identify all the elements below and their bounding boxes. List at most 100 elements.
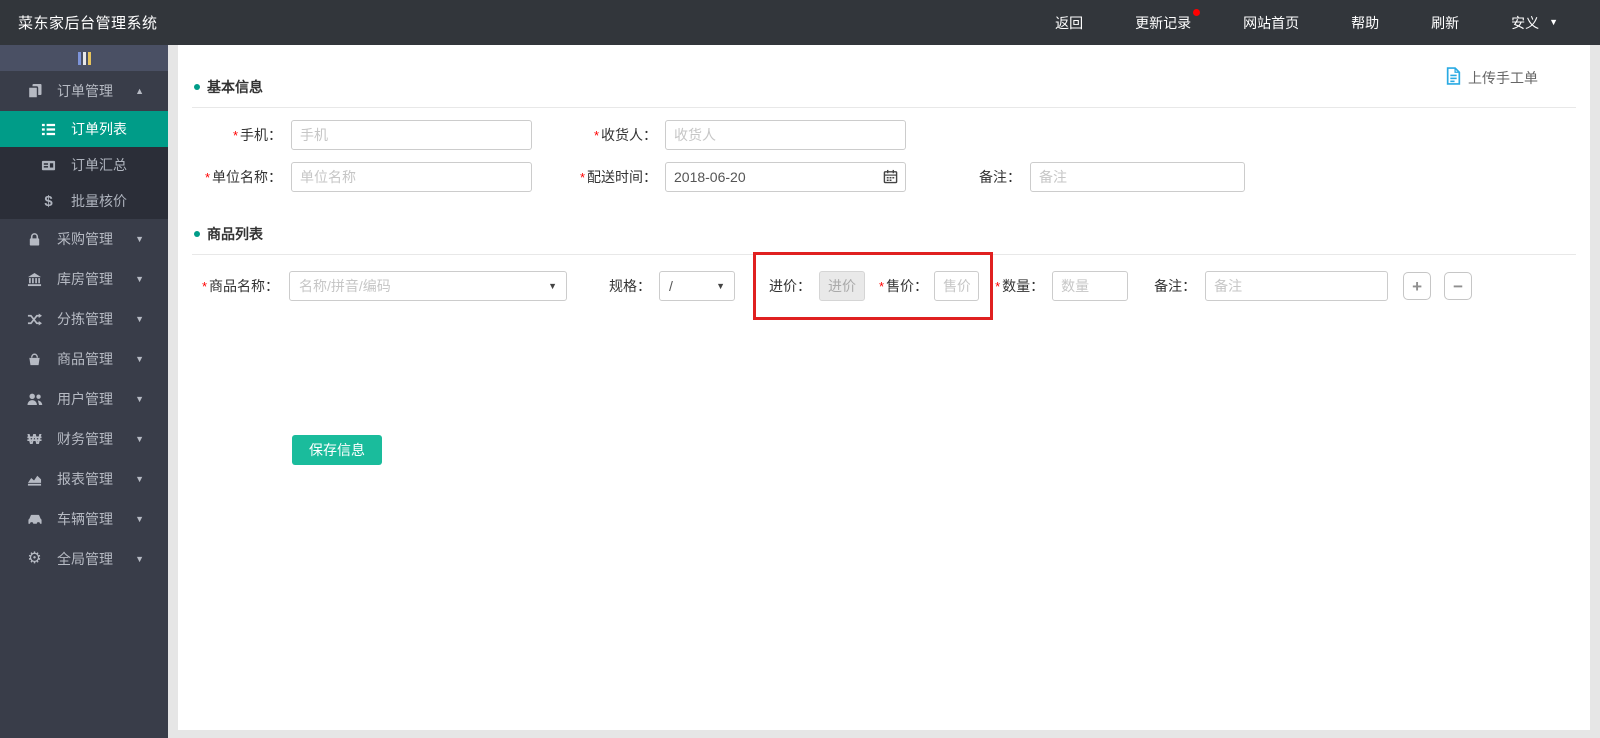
nav-refresh[interactable]: 刷新 [1431,13,1459,33]
plus-icon: + [1412,276,1423,296]
delivery-date-input[interactable] [665,162,906,192]
nav-back[interactable]: 返回 [1055,13,1083,33]
sidebar-item-label: 库房管理 [57,271,113,287]
basic-info-row-2: *单位名称： *配送时间： 备注： [192,162,1576,192]
remark-label: 备注： [979,169,1021,185]
delivery-date-picker[interactable] [665,162,906,192]
content-panel: 上传手工单 基本信息 *手机： *收货人： *单位名称： *配送时间： [178,45,1590,730]
section-title: 基本信息 [207,79,263,95]
divider [192,107,1576,108]
product-list-section-header: 商品列表 [194,192,1576,244]
sidebar-item-label: 订单汇总 [71,157,127,173]
sale-price-input[interactable] [934,271,980,301]
sidebar-item-label: 订单管理 [57,83,113,99]
sidebar-item-batch-pricing[interactable]: $ 批量核价 [0,183,168,219]
chevron-down-icon: ▼ [135,274,144,284]
sidebar-item-finance-management[interactable]: ₩ 财务管理 ▼ [0,419,168,459]
sidebar-item-label: 车辆管理 [57,511,113,527]
purchase-price-label: 进价： [769,278,811,294]
lock-icon [26,231,43,247]
sidebar-item-sorting-management[interactable]: 分拣管理 ▼ [0,299,168,339]
phone-input[interactable] [291,120,532,150]
sidebar-item-report-management[interactable]: 报表管理 ▼ [0,459,168,499]
document-icon [1445,67,1462,88]
receiver-input[interactable] [665,120,906,150]
collapse-icon [77,51,91,65]
nav-help[interactable]: 帮助 [1351,13,1379,33]
won-sign-icon: ₩ [27,430,42,448]
sidebar-item-label: 订单列表 [71,121,127,137]
sidebar-item-label: 用户管理 [57,391,113,407]
add-product-row-button[interactable]: + [1403,272,1432,300]
receiver-label: * 收货人： [593,127,657,143]
username: 安义 [1511,14,1540,31]
list-icon [40,121,57,137]
phone-label: * 手机： [232,127,282,143]
remark-input[interactable] [1030,162,1245,192]
chevron-down-icon: ▼ [716,281,725,291]
sale-price-label: * 售价： [879,278,929,294]
sidebar-item-label: 采购管理 [57,231,113,247]
company-input[interactable] [291,162,532,192]
sidebar-item-global-management[interactable]: ⚙ 全局管理 ▼ [0,539,168,579]
chevron-up-icon: ▲ [135,86,144,96]
upload-manual-order-link[interactable]: 上传手工单 [1445,67,1538,88]
remove-product-row-button[interactable]: − [1444,272,1473,300]
sidebar-item-purchase-management[interactable]: 采购管理 ▼ [0,219,168,259]
sidebar-item-order-management[interactable]: 订单管理 ▲ [0,71,168,111]
user-menu[interactable]: 安义 ▼ [1511,13,1558,33]
product-name-label: * 商品名称： [201,278,279,294]
basket-icon [26,351,43,367]
product-remark-input[interactable] [1205,271,1389,301]
dollar-icon: $ [44,192,53,210]
area-chart-icon [26,471,43,487]
chevron-down-icon: ▼ [135,394,144,404]
bullet-icon [194,231,200,237]
spec-select[interactable]: / ▼ [659,271,735,301]
bank-icon [26,271,43,287]
product-remark-label: 备注： [1154,278,1197,294]
sidebar-item-label: 报表管理 [57,471,113,487]
sidebar-item-order-list[interactable]: 订单列表 [0,111,168,147]
sidebar-item-label: 分拣管理 [57,311,113,327]
sidebar-item-label: 财务管理 [57,431,113,447]
shuffle-icon [26,311,43,327]
gears-icon: ⚙ [27,550,42,567]
product-name-select-value: 名称/拼音/编码 [299,278,391,294]
sidebar-item-label: 商品管理 [57,351,113,367]
spec-label: 规格： [609,278,651,294]
sidebar-item-label: 批量核价 [71,193,127,209]
purchase-price-input [819,271,865,301]
sidebar-item-vehicle-management[interactable]: 车辆管理 ▼ [0,499,168,539]
bullet-icon [194,84,200,90]
delivery-time-label: * 配送时间： [579,169,657,185]
product-row: *商品名称： 名称/拼音/编码 ▼ 规格： / ▼ 进价： *售价： [192,252,1576,320]
sidebar-item-product-management[interactable]: 商品管理 ▼ [0,339,168,379]
chevron-down-icon: ▼ [135,314,144,324]
nav-update-log[interactable]: 更新记录 [1135,8,1201,33]
chevron-down-icon: ▼ [135,354,144,364]
sidebar-item-order-summary[interactable]: 订单汇总 [0,147,168,183]
users-icon [26,391,43,407]
chevron-down-icon: ▼ [135,234,144,244]
sidebar: 订单管理 ▲ 订单列表 订单汇总 $ 批量核价 采购管理 ▼ 库房管理 ▼ 分拣… [0,45,168,738]
car-icon [26,511,43,527]
basic-info-row-1: *手机： *收货人： [192,120,1576,150]
sidebar-item-user-management[interactable]: 用户管理 ▼ [0,379,168,419]
price-highlight-box: 进价： *售价： [753,252,994,320]
upload-link-label: 上传手工单 [1468,69,1538,86]
chevron-down-icon: ▼ [135,514,144,524]
sidebar-item-label: 全局管理 [57,551,113,567]
purchase-price-group: 进价： [769,271,865,301]
sidebar-item-warehouse-management[interactable]: 库房管理 ▼ [0,259,168,299]
quantity-input[interactable] [1052,271,1129,301]
basic-info-section-header: 基本信息 [194,45,1576,97]
spec-select-value: / [669,278,673,294]
save-button[interactable]: 保存信息 [292,435,382,465]
notification-dot [1193,8,1201,16]
company-label: * 单位名称： [204,169,282,185]
sidebar-collapse-button[interactable] [0,45,168,71]
chevron-down-icon: ▼ [135,434,144,444]
product-name-select[interactable]: 名称/拼音/编码 ▼ [289,271,567,301]
nav-site-home[interactable]: 网站首页 [1243,13,1299,33]
